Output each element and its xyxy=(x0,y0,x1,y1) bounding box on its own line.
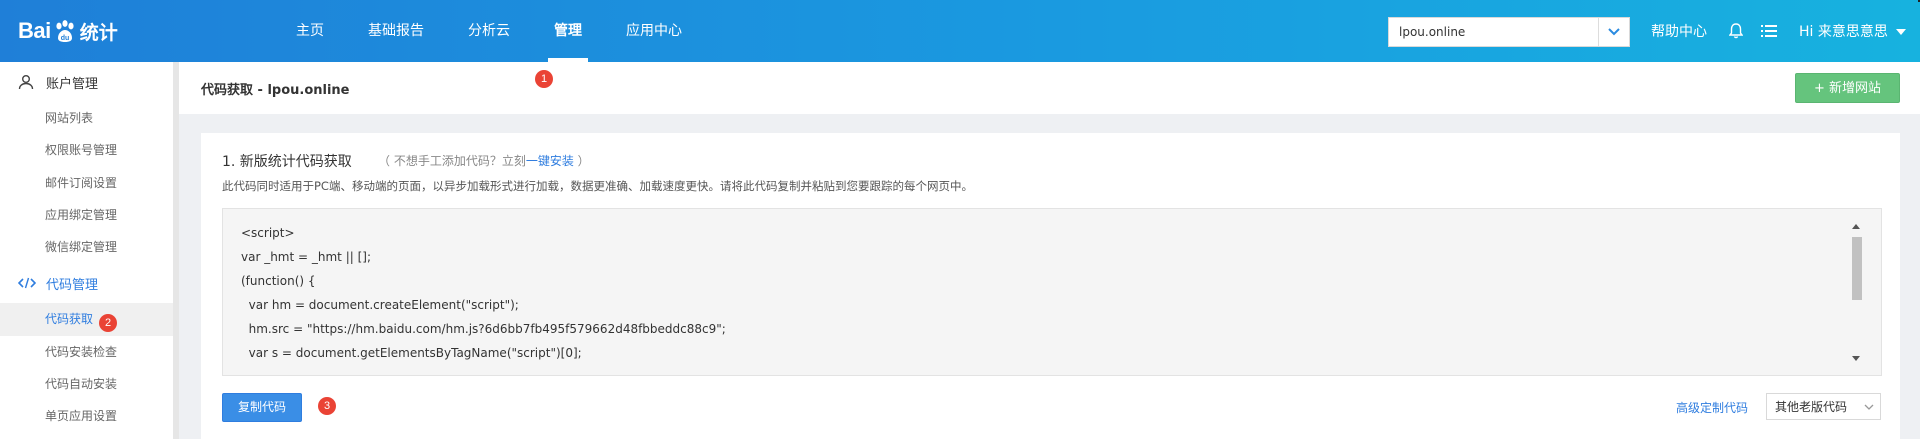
svg-text:du: du xyxy=(60,35,69,42)
section-description: 此代码同时适用于PC端、移动端的页面，以异步加载形式进行加载，数据更准确、加载速… xyxy=(222,179,973,193)
old-code-select[interactable]: 其他老版代码 xyxy=(1766,393,1881,420)
main-nav: 主页 基础报告 分析云 管理 应用中心 xyxy=(274,0,704,62)
baidu-tongji-logo[interactable]: Bai du 统计 xyxy=(18,14,118,48)
help-center-link[interactable]: 帮助中心 xyxy=(1651,21,1707,41)
sidebar-group-account[interactable]: 账户管理 xyxy=(0,62,173,102)
code-line: var s = document.getElementsByTagName("s… xyxy=(241,346,582,360)
nav-analysis-cloud[interactable]: 分析云 xyxy=(446,0,532,62)
code-scrollbar[interactable] xyxy=(1849,220,1863,364)
nav-manage[interactable]: 管理 xyxy=(532,0,604,62)
user-icon xyxy=(18,74,38,90)
sidebar-item-code-auto-install[interactable]: 代码自动安装 xyxy=(0,368,173,400)
code-line: (function() { xyxy=(241,274,316,288)
sidebar-group-label: 代码管理 xyxy=(46,277,99,293)
section-title: 1. 新版统计代码获取 xyxy=(222,154,352,170)
paw-icon: du xyxy=(52,18,78,44)
sidebar-item-wechat-binding[interactable]: 微信绑定管理 xyxy=(0,231,173,263)
page-title: 代码获取 - lpou.online xyxy=(201,83,350,98)
code-line: hm.src = "https://hm.baidu.com/hm.js?6d6… xyxy=(241,322,726,336)
top-bar: Bai du 统计 主页 基础报告 分析云 管理 应用中心 lpou.onlin… xyxy=(0,0,1920,62)
site-select-value: lpou.online xyxy=(1399,25,1466,39)
scroll-up-arrow-icon[interactable] xyxy=(1849,220,1863,232)
one-click-install-link[interactable]: 一键安装 xyxy=(526,154,574,168)
sidebar: 账户管理 网站列表 权限账号管理 邮件订阅设置 应用绑定管理 微信绑定管理 代码… xyxy=(0,62,173,439)
list-icon[interactable] xyxy=(1761,24,1777,38)
chevron-down-icon[interactable] xyxy=(1858,404,1880,410)
top-links: 帮助中心 Hi 来意思意思 xyxy=(1651,0,1906,62)
hint-suffix: ） xyxy=(573,154,590,168)
page-header xyxy=(179,62,1920,114)
add-site-label: 新增网站 xyxy=(1829,81,1882,96)
sidebar-item-site-list[interactable]: 网站列表 xyxy=(0,102,173,134)
scroll-down-arrow-icon[interactable] xyxy=(1849,352,1863,364)
caret-down-icon[interactable] xyxy=(1895,23,1906,39)
code-line: var hm = document.createElement("script"… xyxy=(241,298,519,312)
sidebar-group-code[interactable]: 代码管理 xyxy=(0,263,173,303)
code-line: var _hmt = _hmt || []; xyxy=(241,250,372,264)
scroll-thumb[interactable] xyxy=(1852,237,1862,300)
sidebar-item-code-check[interactable]: 代码安装检查 xyxy=(0,336,173,368)
chevron-down-icon[interactable] xyxy=(1598,18,1629,46)
nav-home[interactable]: 主页 xyxy=(274,0,346,62)
step-badge-3: 3 xyxy=(318,397,336,415)
user-menu[interactable]: Hi 来意思意思 xyxy=(1799,21,1888,41)
sidebar-item-email-subscription[interactable]: 邮件订阅设置 xyxy=(0,167,173,199)
sidebar-item-app-binding[interactable]: 应用绑定管理 xyxy=(0,199,173,231)
add-site-button[interactable]: + 新增网站 xyxy=(1795,73,1900,103)
site-select[interactable]: lpou.online xyxy=(1388,17,1630,47)
nav-basic-report[interactable]: 基础报告 xyxy=(346,0,446,62)
bell-icon[interactable] xyxy=(1729,23,1743,39)
logo-text-tongji: 统计 xyxy=(79,21,118,44)
code-icon xyxy=(18,277,38,289)
nav-app-center[interactable]: 应用中心 xyxy=(604,0,704,62)
plus-icon: + xyxy=(1813,81,1829,96)
sidebar-item-code-get[interactable]: 代码获取 xyxy=(0,303,173,336)
sidebar-scrollbar[interactable] xyxy=(173,62,179,439)
sidebar-item-spa-settings[interactable]: 单页应用设置 xyxy=(0,400,173,432)
step-badge-1: 1 xyxy=(535,70,553,88)
advanced-custom-code-link[interactable]: 高级定制代码 xyxy=(1676,399,1748,416)
code-line: <script> xyxy=(241,226,295,240)
sidebar-item-permission-accounts[interactable]: 权限账号管理 xyxy=(0,134,173,166)
sidebar-group-label: 账户管理 xyxy=(46,76,99,92)
step-badge-2: 2 xyxy=(99,314,117,332)
section-hint: （ 不想手工添加代码？立刻一键安装 ） xyxy=(378,152,590,169)
old-code-select-value: 其他老版代码 xyxy=(1775,400,1848,414)
logo-text-bai: Bai xyxy=(18,18,51,43)
hint-prefix: （ 不想手工添加代码？立刻 xyxy=(378,154,526,168)
copy-code-button[interactable]: 复制代码 xyxy=(222,393,302,422)
